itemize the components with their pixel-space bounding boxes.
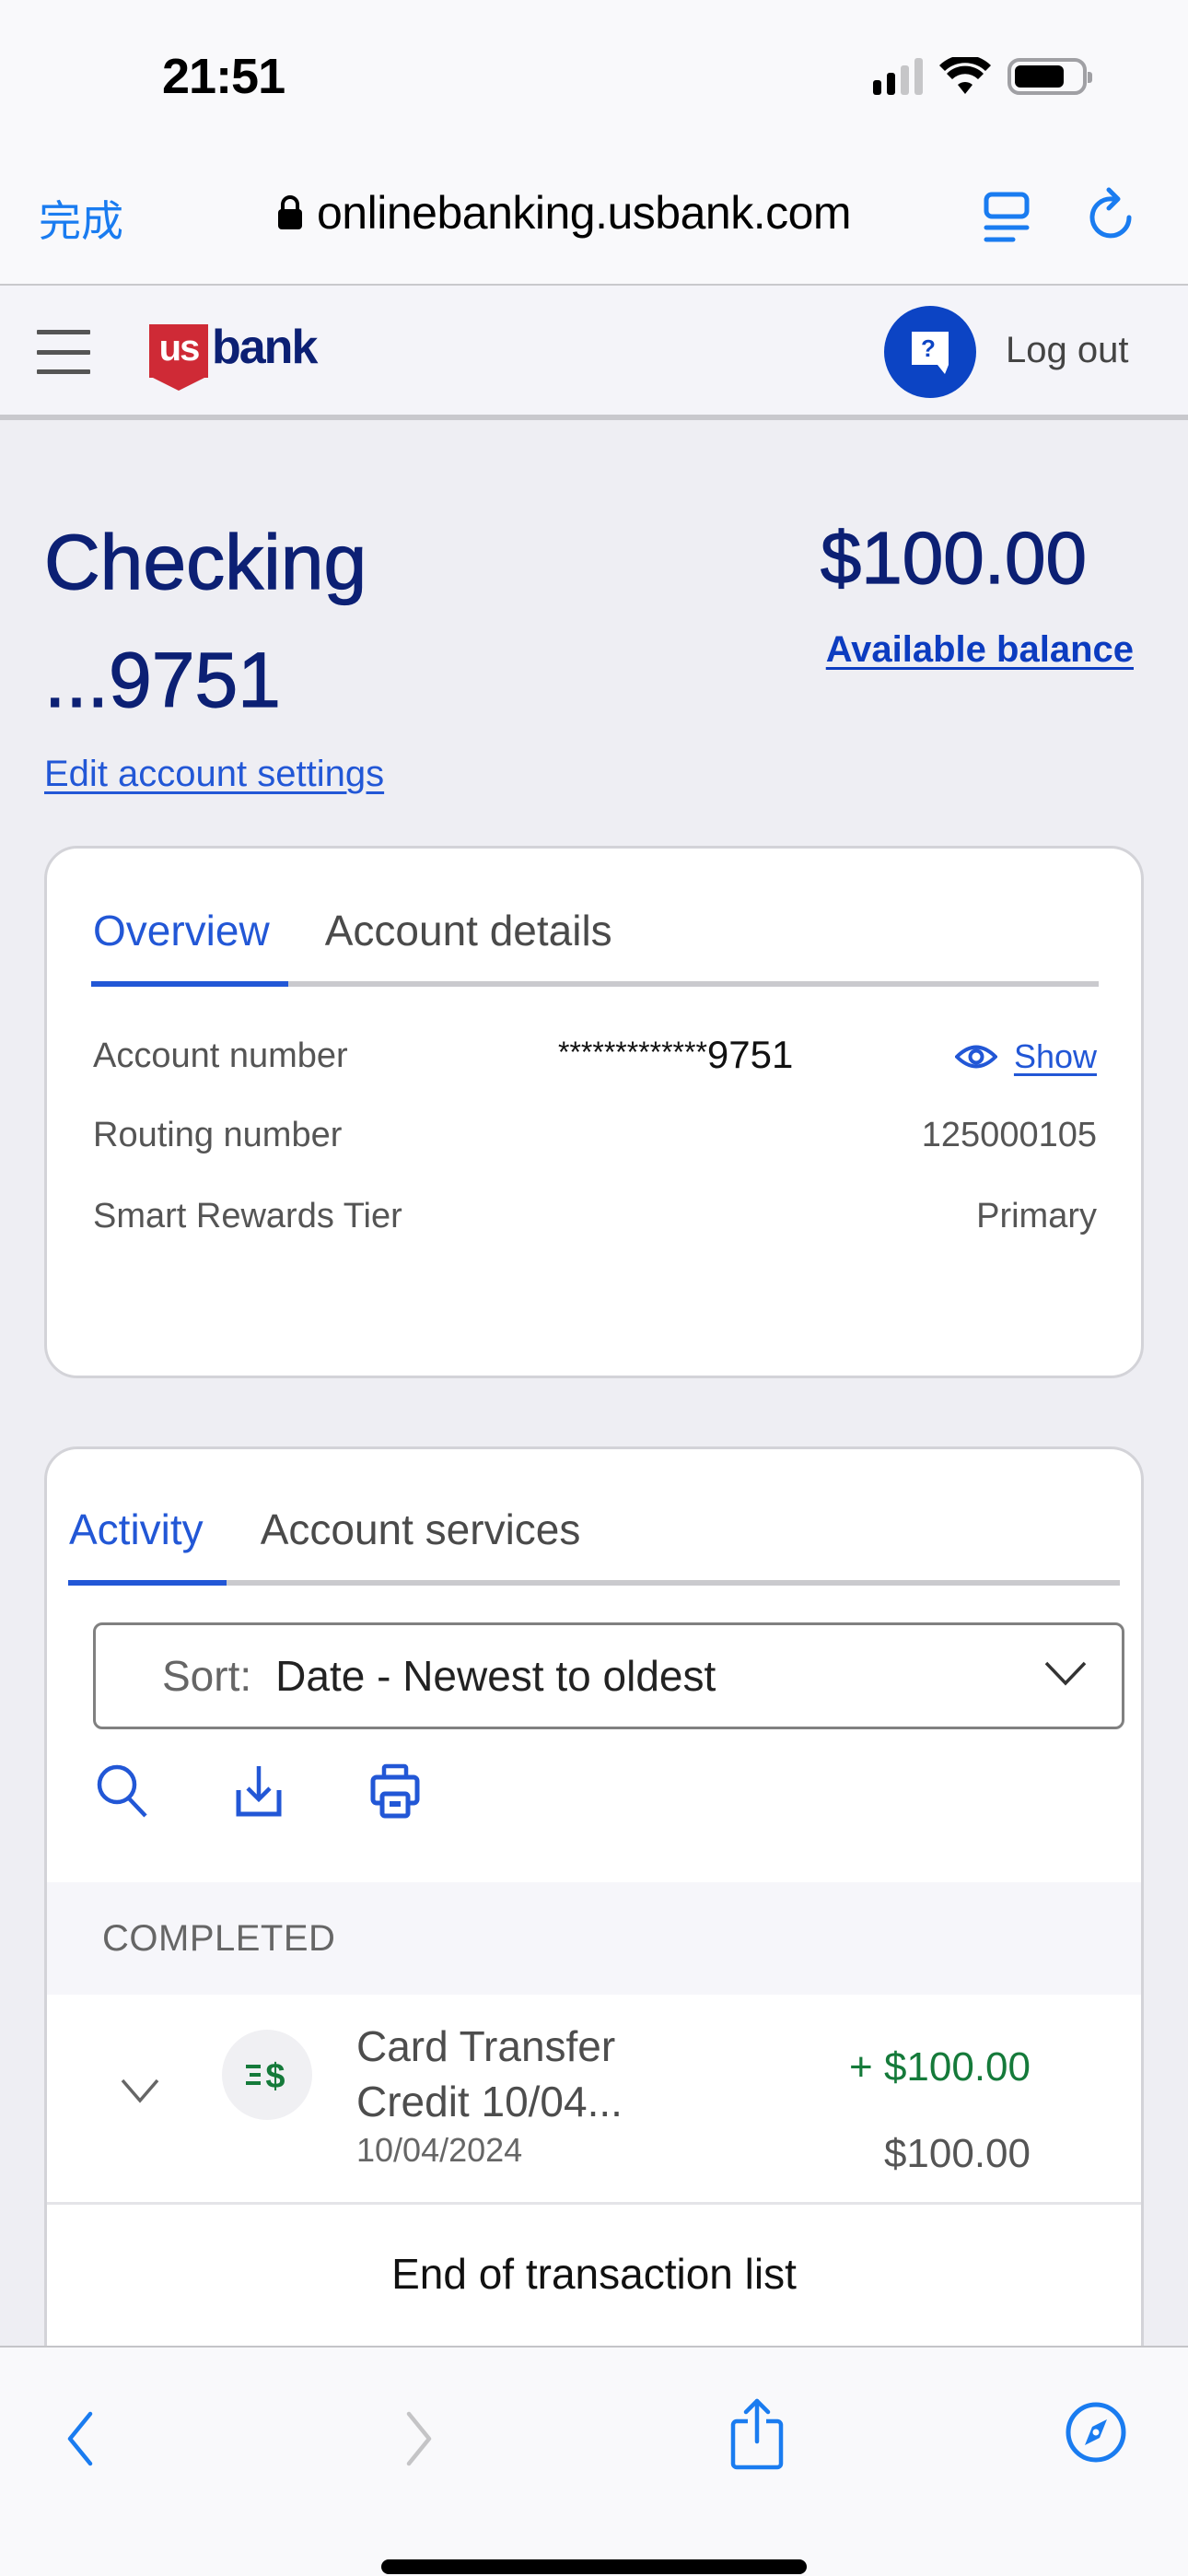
available-balance-amount: $100.00 (820, 516, 1087, 599)
routing-number-value: 125000105 (921, 1116, 1097, 1154)
expand-chevron-icon[interactable] (121, 2078, 159, 2103)
tab-overview[interactable]: Overview (93, 906, 270, 976)
smart-rewards-row: Smart Rewards Tier Primary (93, 1197, 1097, 1236)
hamburger-menu-icon[interactable] (37, 330, 90, 374)
svg-text:?: ? (921, 334, 936, 362)
tab-account-services[interactable]: Account services (261, 1505, 581, 1575)
transaction-date: 10/04/2024 (356, 2131, 523, 2169)
transaction-running-balance: $100.00 (883, 2131, 1031, 2176)
smart-rewards-value: Primary (976, 1197, 1097, 1235)
account-number-value: *************9751 (558, 1033, 794, 1076)
print-icon (370, 1763, 420, 1819)
help-chat-button[interactable]: ? (884, 306, 976, 398)
logo-wordmark: bank (212, 321, 318, 374)
tab-activity[interactable]: Activity (69, 1505, 204, 1575)
tab-account-details[interactable]: Account details (325, 906, 612, 976)
browser-toolbar (0, 2346, 1188, 2576)
activity-tabs: Activity Account services (69, 1505, 580, 1575)
address-field[interactable]: onlinebanking.usbank.com (276, 186, 852, 240)
chevron-down-icon (1044, 1661, 1087, 1686)
usbank-logo[interactable]: us bank (149, 321, 318, 391)
url-text: onlinebanking.usbank.com (317, 187, 852, 239)
wifi-icon (939, 57, 991, 94)
lock-icon (278, 195, 302, 229)
overview-tabs: Overview Account details (93, 906, 612, 976)
routing-number-row: Routing number 125000105 (93, 1116, 1097, 1155)
search-icon (97, 1764, 147, 1818)
logo-shield: us (149, 324, 208, 391)
reload-icon[interactable] (1087, 186, 1138, 243)
account-overview-card: Overview Account details Account number … (44, 846, 1144, 1378)
routing-number-label: Routing number (93, 1116, 343, 1154)
print-button[interactable] (367, 1762, 423, 1819)
download-button[interactable] (231, 1762, 286, 1818)
status-time: 21:51 (162, 49, 285, 104)
available-balance-link[interactable]: Available balance (826, 629, 1134, 671)
home-indicator (381, 2559, 807, 2574)
account-number-row: Account number *************9751 Show (93, 1033, 1097, 1076)
reader-view-icon[interactable] (984, 192, 1030, 243)
site-header: us bank ? Log out (0, 286, 1188, 420)
search-button[interactable] (95, 1762, 150, 1818)
show-account-number-button[interactable]: Show (954, 1036, 1097, 1076)
activity-tools (95, 1762, 423, 1819)
transaction-amount: + $100.00 (849, 2044, 1031, 2090)
download-icon (236, 1766, 282, 1817)
eye-icon (954, 1045, 997, 1068)
logout-button[interactable]: Log out (1006, 330, 1128, 371)
battery-icon (1007, 58, 1092, 95)
edit-account-settings-link[interactable]: Edit account settings (44, 754, 384, 795)
account-number-label: Account number (93, 1036, 348, 1075)
tab-indicator (91, 981, 288, 987)
back-icon[interactable] (61, 2410, 98, 2467)
cellular-signal-icon (873, 58, 923, 95)
account-masked-number: ...9751 (43, 636, 281, 723)
account-name: Checking (43, 518, 367, 605)
show-label: Show (1013, 1036, 1097, 1075)
svg-text:$: $ (265, 2057, 285, 2093)
sort-dropdown[interactable]: Sort: Date - Newest to oldest (93, 1622, 1124, 1729)
transaction-row[interactable]: $ Card Transfer Credit 10/04... 10/04/20… (47, 1995, 1141, 2205)
status-icons (873, 57, 1092, 96)
activity-card: Activity Account services Sort: Date - N… (44, 1446, 1144, 2368)
forward-icon[interactable] (402, 2410, 438, 2467)
completed-section-header: COMPLETED (47, 1882, 1141, 1995)
sort-label: Sort: (162, 1652, 252, 1700)
money-transfer-icon: $ (222, 2030, 312, 2120)
share-icon[interactable] (728, 2397, 786, 2471)
transaction-description: Card Transfer Credit 10/04... (356, 2022, 623, 2125)
help-chat-icon: ? (912, 332, 949, 374)
end-of-list-message: End of transaction list (391, 2250, 797, 2298)
browser-url-bar: 完成 onlinebanking.usbank.com (0, 138, 1188, 286)
done-button[interactable]: 完成 (39, 188, 123, 249)
status-bar: 21:51 (0, 0, 1188, 138)
sort-value: Date - Newest to oldest (275, 1652, 716, 1700)
compass-icon[interactable] (1065, 2401, 1127, 2464)
smart-rewards-label: Smart Rewards Tier (93, 1197, 402, 1235)
tab-indicator (68, 1580, 227, 1586)
